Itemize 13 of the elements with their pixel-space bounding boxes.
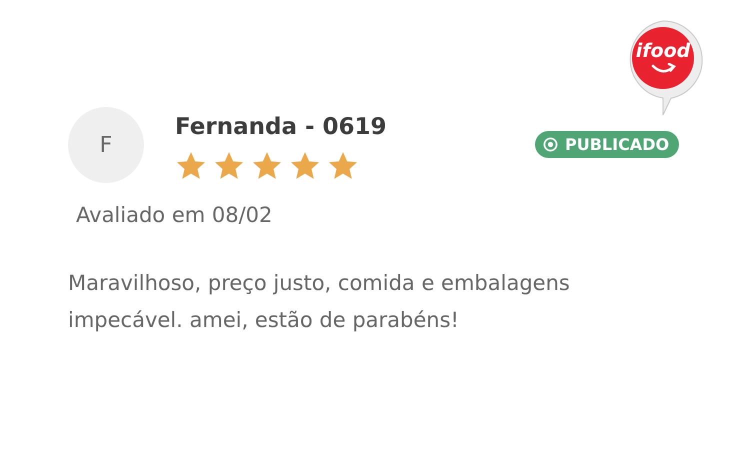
star-icon [327,150,359,181]
review-date: Avaliado em 08/02 [76,203,274,227]
dot-icon [543,137,558,152]
star-icon [289,150,321,181]
star-icon [175,150,207,181]
review-text: Maravilhoso, preço justo, comida e embalagens impecável. amei, estão de parabéns! [68,270,571,334]
reviewer-name: Fernanda - 0619 [175,113,387,142]
logo-text: ifood [634,40,692,62]
avatar: F [68,107,144,183]
smile-icon [651,63,677,75]
star-icon [251,150,283,181]
star-icon [213,150,245,181]
status-label: PUBLICADO [565,135,670,154]
